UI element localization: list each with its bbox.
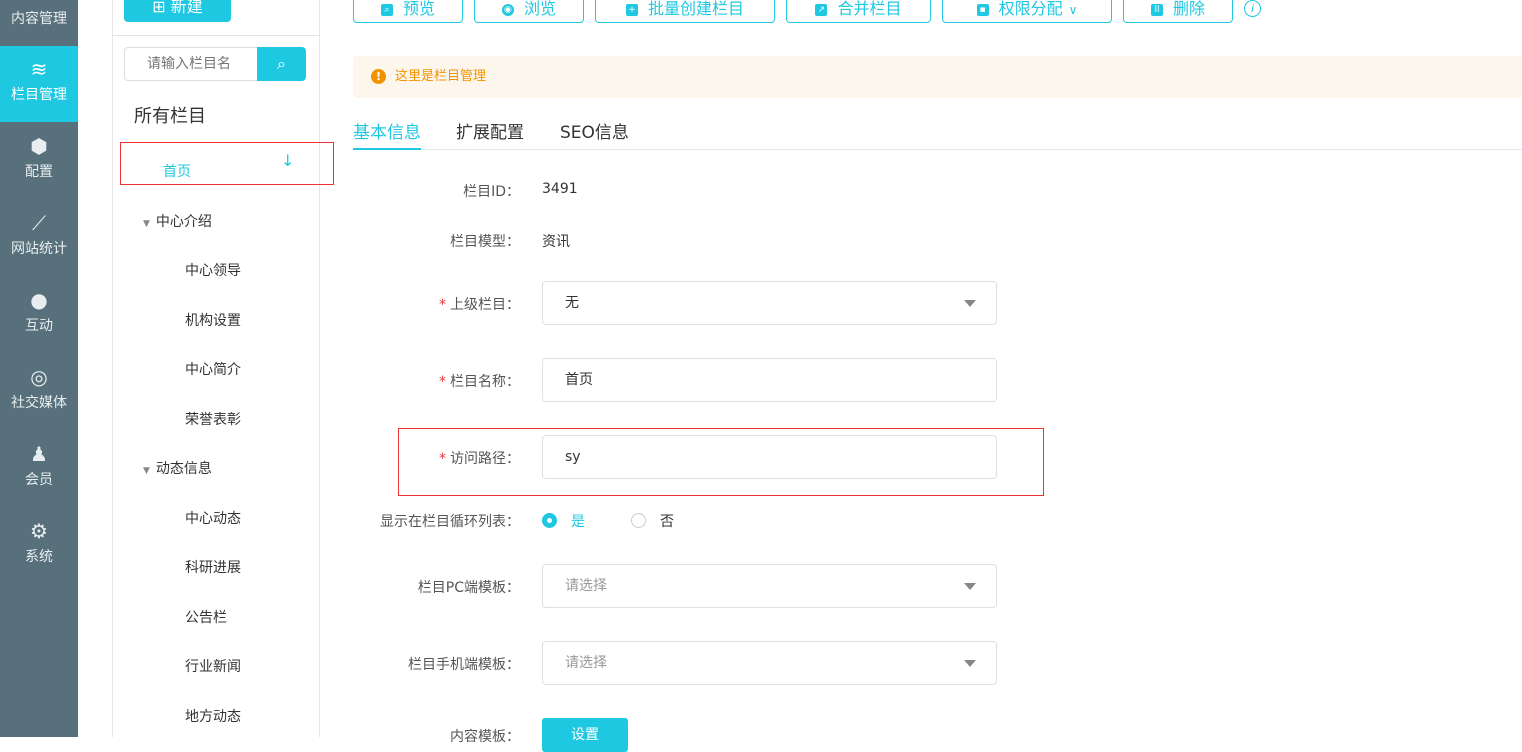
tree-item[interactable]: 公告栏 [185,607,227,627]
tree-item-group[interactable]: ▼ 动态信息 [143,458,212,478]
sidebar-item-members[interactable]: ♟ 会员 [0,431,78,507]
column-model-label: 栏目模型： [450,234,520,250]
layers-icon: ≋ [30,57,48,81]
all-columns-title: 所有栏目 [134,106,206,127]
tree-item-group[interactable]: ▼ 中心介绍 [143,211,212,231]
tab-extended-config[interactable]: 扩展配置 [456,118,524,143]
sidebar-item-interaction[interactable]: ● 互动 [0,277,78,353]
search-button[interactable]: ⌕ [257,47,306,81]
sidebar-item-social[interactable]: ◎ 社交媒体 [0,354,78,430]
trash-icon: ll [1150,3,1163,16]
search-icon: ⌕ [277,54,286,73]
search-icon: ⌕ [380,3,393,16]
caret-down-icon [964,583,976,590]
show-yes-label[interactable]: 是 [571,511,585,531]
mobile-template-select[interactable]: 请选择 [542,641,997,685]
show-yes-radio[interactable] [542,513,557,528]
eye-icon: ◉ [501,3,514,16]
show-in-list-label: 显示在栏目循环列表： [380,514,520,530]
content-template-label: 内容模板： [450,729,520,745]
sidebar-item-stats[interactable]: ⟋ 网站统计 [0,200,78,276]
gear-icon: ⚙ [30,519,48,543]
info-icon[interactable]: i [1244,0,1261,17]
content-template-set-button[interactable]: 设置 [542,718,628,752]
caret-down-icon [964,300,976,307]
info-alert: ! 这里是栏目管理 [353,56,1522,98]
merge-icon: ↗ [815,3,828,16]
plus-icon: + [625,3,638,16]
column-search-input[interactable] [124,47,257,81]
column-name-input[interactable]: 首页 [542,358,997,402]
show-no-radio[interactable] [631,513,646,528]
edit-icon: ✎ [0,0,78,6]
browse-button[interactable]: ◉ 浏览 [474,0,584,23]
sidebar-item-config[interactable]: ⬢ 配置 [0,123,78,199]
tab-bar: 基本信息 扩展配置 SEO信息 [353,118,1522,150]
user-icon: ♟ [30,442,48,466]
cube-icon: ⬢ [30,134,48,158]
divider [113,35,320,36]
highlight-box [398,428,1044,496]
plus-icon: ⊞ [152,0,171,16]
parent-column-select[interactable]: 无 [542,281,997,325]
mobile-template-label: 栏目手机端模板： [408,657,520,673]
tab-seo-info[interactable]: SEO信息 [560,118,629,143]
column-name-label: * 栏目名称： [439,374,520,390]
batch-create-button[interactable]: + 批量创建栏目 [595,0,775,23]
parent-column-label: * 上级栏目： [439,297,520,313]
sidebar-item-content[interactable]: ✎内容管理 [0,0,78,46]
pc-template-select[interactable]: 请选择 [542,564,997,608]
caret-down-icon: ▼ [143,466,150,476]
warning-icon: ! [371,69,386,84]
tree-item[interactable]: 地方动态 [185,706,241,726]
delete-button[interactable]: ll 删除 [1123,0,1233,23]
sidebar-item-columns[interactable]: ≋ 栏目管理 [0,46,78,122]
chevron-down-icon: ∨ [1068,3,1078,17]
caret-down-icon [964,660,976,667]
column-id-label: 栏目ID： [463,184,520,200]
sidebar-item-system[interactable]: ⚙ 系统 [0,508,78,584]
main-sidebar: ✎内容管理 ≋栏目管理 ⬢配置 ⟋网站统计 ●互动 ◎社交媒体 ♟会员 ⚙系统 [0,0,78,737]
new-column-button[interactable]: ⊞ 新建 [124,0,231,22]
tree-item[interactable]: 科研进展 [185,557,241,577]
merge-button[interactable]: ↗ 合并栏目 [786,0,931,23]
show-no-label[interactable]: 否 [660,511,674,531]
tree-item[interactable]: 荣誉表彰 [185,409,241,429]
pc-template-label: 栏目PC端模板： [417,580,520,596]
caret-down-icon: ▼ [143,219,150,229]
tree-item[interactable]: 中心领导 [185,260,241,280]
highlight-box [120,142,334,185]
column-model-value: 资讯 [542,234,570,250]
column-id-value: 3491 [542,181,578,197]
tab-basic-info[interactable]: 基本信息 [353,118,421,150]
preview-button[interactable]: ⌕ 预览 [353,0,463,23]
chart-icon: ⟋ [32,211,46,235]
column-tree-panel: ⊞ 新建 ⌕ 所有栏目 首页 ↓ ▼中心介绍 中心领导 机构设置 中心简介 荣誉… [112,0,320,737]
chat-icon: ● [30,288,48,312]
lock-icon: ▪ [976,3,989,16]
permissions-dropdown[interactable]: ▪ 权限分配 ∨ [942,0,1112,23]
social-icon: ◎ [30,365,48,389]
